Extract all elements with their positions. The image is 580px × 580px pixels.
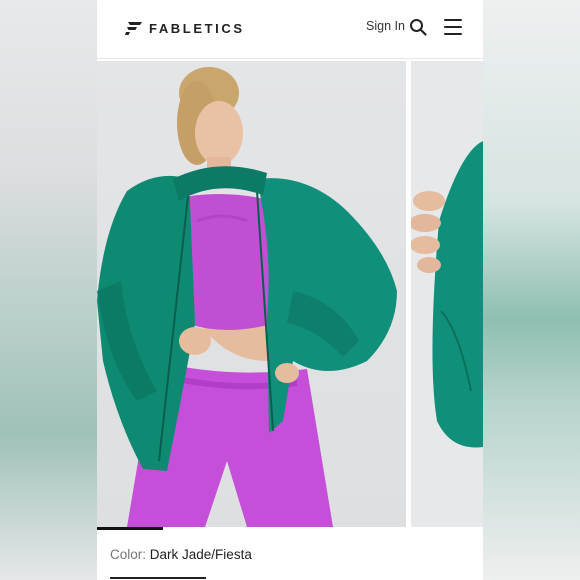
hamburger-menu-icon[interactable] (444, 19, 462, 35)
brand-logo[interactable]: FABLETICS (125, 20, 245, 36)
blurred-backdrop-left (0, 0, 97, 580)
color-selection-label: Color: Dark Jade/Fiesta (110, 547, 252, 562)
brand-mark-icon (125, 22, 142, 35)
carousel-progress-indicator (97, 527, 163, 530)
sign-in-link[interactable]: Sign In (366, 19, 405, 33)
product-photo-next[interactable] (411, 61, 483, 527)
app-frame: FABLETICS Sign In Color: Dark Jade/Fiest… (97, 0, 483, 580)
color-label: Color: (110, 547, 147, 562)
sleeve-closeup-illustration (411, 141, 483, 448)
carousel-progress-track (97, 527, 483, 530)
brand-name: FABLETICS (149, 20, 245, 36)
product-image-carousel[interactable] (97, 61, 483, 527)
selected-swatch-indicator[interactable] (110, 577, 206, 579)
model-illustration (97, 67, 397, 527)
blurred-backdrop-right (483, 0, 580, 580)
top-navigation-bar: FABLETICS Sign In (97, 0, 483, 59)
product-photo-main[interactable] (97, 61, 406, 527)
color-value: Dark Jade/Fiesta (149, 547, 252, 562)
search-icon[interactable] (409, 18, 427, 36)
